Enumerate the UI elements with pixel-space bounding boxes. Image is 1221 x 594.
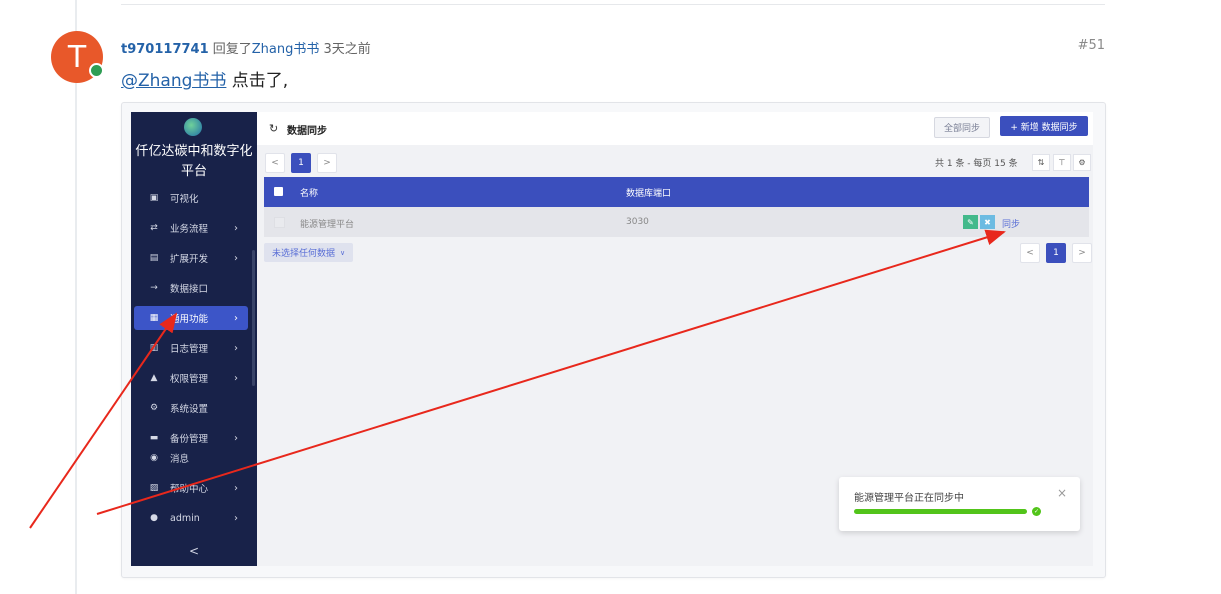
arrow-to-sync bbox=[96, 229, 1006, 515]
annotation-arrows bbox=[29, 229, 1006, 529]
